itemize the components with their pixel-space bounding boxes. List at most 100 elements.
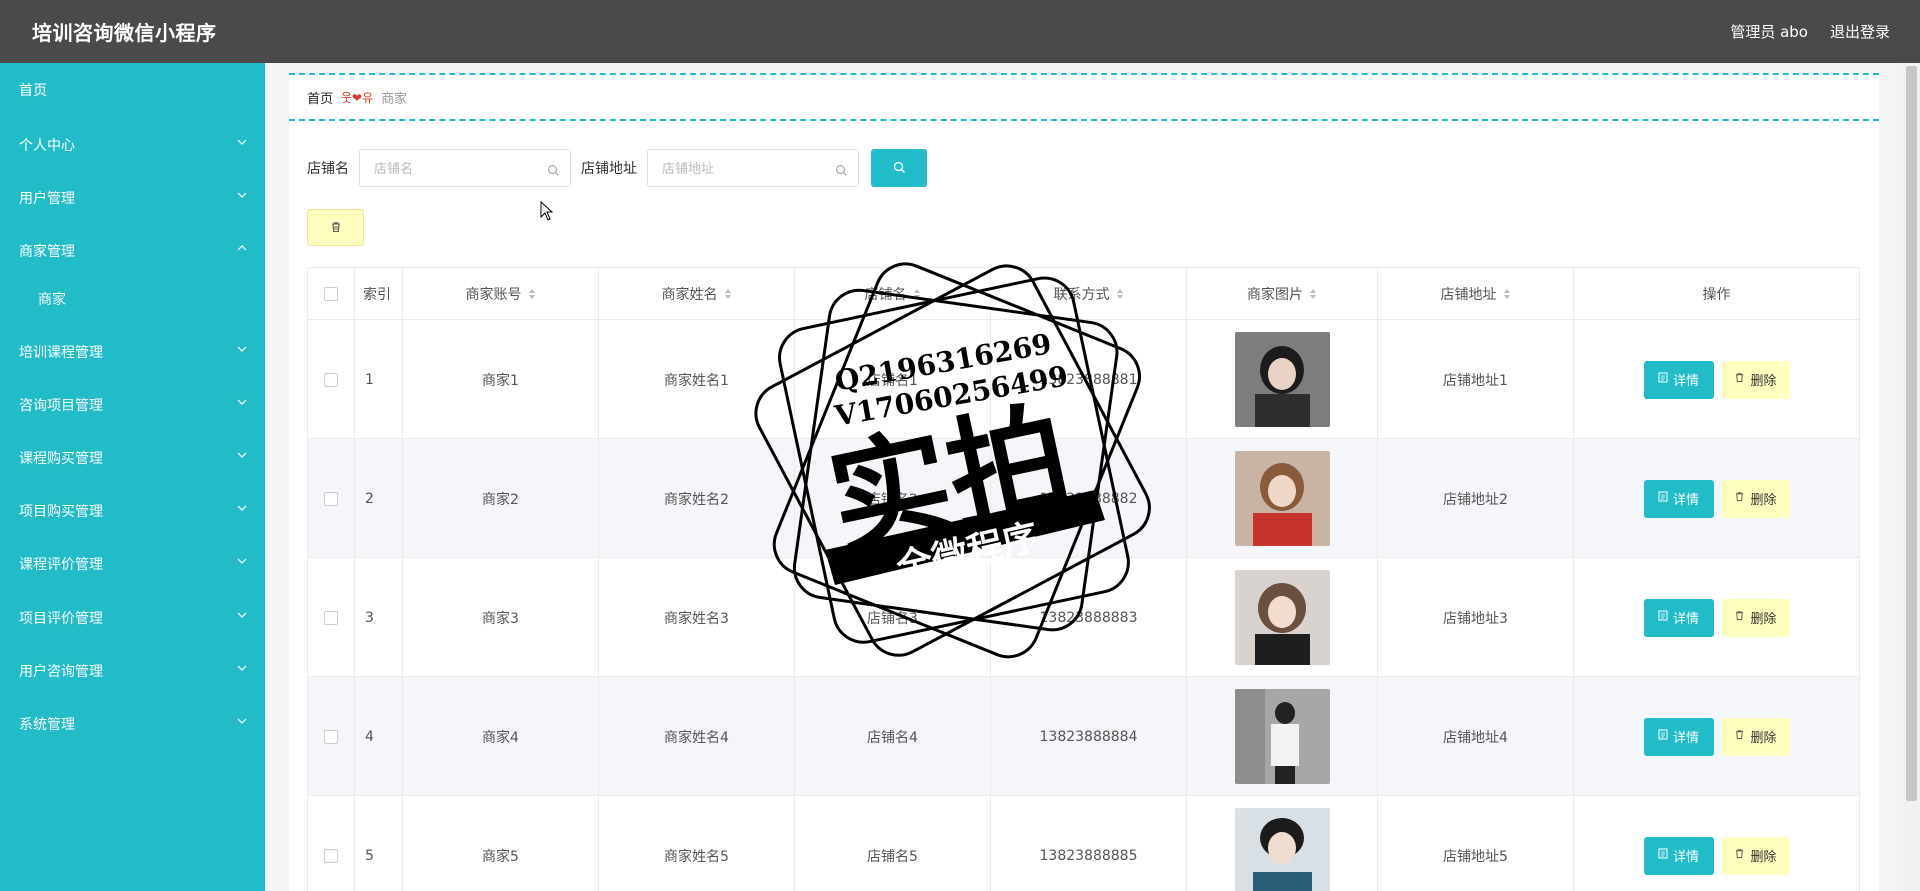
- delete-button[interactable]: 删除: [1721, 717, 1790, 756]
- column-header-name[interactable]: 商家姓名: [599, 268, 795, 320]
- row-checkbox[interactable]: [324, 610, 338, 625]
- sort-icon[interactable]: [913, 288, 921, 300]
- chevron-down-icon: [237, 664, 247, 672]
- merchant-table: 索引 商家账号 商家姓名 店铺名 联系方式 商家图片 店铺地址 操作 1 商家1…: [307, 267, 1860, 891]
- delete-button[interactable]: 删除: [1721, 598, 1790, 637]
- merchant-photo: [1234, 570, 1330, 665]
- column-header-image[interactable]: 商家图片: [1187, 268, 1378, 320]
- sidebar-item-label: 课程评价管理: [19, 557, 103, 573]
- row-select-cell: [308, 558, 355, 677]
- sidebar-item-project-reviews[interactable]: 项目评价管理: [0, 603, 265, 633]
- account-cell: 商家3: [403, 558, 599, 677]
- sort-icon[interactable]: [724, 288, 732, 300]
- delete-button[interactable]: 删除: [1721, 360, 1790, 399]
- index-cell: 2: [355, 439, 403, 558]
- shop-cell: 店铺名5: [795, 796, 991, 891]
- breadcrumb-current: 商家: [381, 91, 408, 107]
- sidebar-item-project-purchase[interactable]: 项目购买管理: [0, 496, 265, 526]
- scrollbar-thumb[interactable]: [1906, 66, 1917, 801]
- column-header-address[interactable]: 店铺地址: [1378, 268, 1574, 320]
- batch-delete-button[interactable]: [307, 209, 364, 246]
- column-header-index: 索引: [355, 268, 403, 320]
- sidebar-item-label: 培训课程管理: [19, 345, 103, 361]
- sidebar-item-merchant-management[interactable]: 商家管理: [0, 236, 265, 266]
- sort-icon[interactable]: [1116, 288, 1124, 300]
- breadcrumb-home[interactable]: 首页: [307, 88, 333, 107]
- actions-cell: 详情 删除: [1574, 677, 1859, 796]
- column-header-shop[interactable]: 店铺名: [795, 268, 991, 320]
- admin-label: 管理员 abo: [1730, 23, 1808, 41]
- sidebar-item-course-reviews[interactable]: 课程评价管理: [0, 549, 265, 579]
- actions-cell: 详情 删除: [1574, 439, 1859, 558]
- merchant-photo: [1234, 689, 1330, 784]
- row-checkbox[interactable]: [324, 372, 338, 387]
- search-bar: 店铺名 店铺地址: [307, 149, 927, 187]
- phone-cell: 13823888882: [991, 439, 1187, 558]
- search-button[interactable]: [871, 149, 927, 187]
- sidebar-item-label: 用户管理: [19, 191, 75, 207]
- column-header-label: 商家姓名: [661, 287, 718, 303]
- image-cell: [1187, 439, 1378, 558]
- address-cell: 店铺地址5: [1378, 796, 1574, 891]
- actions-cell: 详情 删除: [1574, 558, 1859, 677]
- index-cell: 5: [355, 796, 403, 891]
- merchant-photo: [1234, 808, 1330, 891]
- shop-name-input[interactable]: [360, 150, 570, 186]
- detail-button[interactable]: 详情: [1643, 598, 1714, 637]
- sidebar-item-merchant[interactable]: 商家: [0, 284, 265, 314]
- sidebar-item-label: 项目购买管理: [19, 504, 103, 520]
- detail-button[interactable]: 详情: [1643, 717, 1714, 756]
- sort-icon[interactable]: [1309, 288, 1317, 300]
- row-checkbox[interactable]: [324, 729, 338, 744]
- sidebar-item-consulting-projects[interactable]: 咨询项目管理: [0, 390, 265, 420]
- phone-cell: 13823888883: [991, 558, 1187, 677]
- sidebar-item-user-consultation[interactable]: 用户咨询管理: [0, 656, 265, 686]
- delete-label: 删除: [1750, 731, 1777, 746]
- top-bar: 培训咨询微信小程序 管理员 abo 退出登录: [0, 0, 1920, 63]
- column-header-phone[interactable]: 联系方式: [991, 268, 1187, 320]
- sidebar-item-home[interactable]: 首页: [0, 75, 265, 105]
- logout-link[interactable]: 退出登录: [1830, 21, 1890, 42]
- app-title: 培训咨询微信小程序: [32, 21, 217, 45]
- shop-address-field: [647, 149, 859, 187]
- delete-button[interactable]: 删除: [1721, 479, 1790, 518]
- column-header-account[interactable]: 商家账号: [403, 268, 599, 320]
- detail-button[interactable]: 详情: [1643, 836, 1714, 875]
- delete-button[interactable]: 删除: [1721, 836, 1790, 875]
- sidebar-item-course-purchase[interactable]: 课程购买管理: [0, 443, 265, 473]
- image-cell: [1187, 677, 1378, 796]
- address-cell: 店铺地址4: [1378, 677, 1574, 796]
- sidebar-item-user-management[interactable]: 用户管理: [0, 183, 265, 213]
- row-checkbox[interactable]: [324, 848, 338, 863]
- sidebar-item-label: 用户咨询管理: [19, 664, 103, 680]
- row-select-cell: [308, 796, 355, 891]
- shop-address-input[interactable]: [648, 150, 858, 186]
- shop-cell: 店铺名1: [795, 320, 991, 439]
- chevron-down-icon: [237, 504, 247, 512]
- detail-button[interactable]: 详情: [1643, 360, 1714, 399]
- row-select-cell: [308, 320, 355, 439]
- column-header-actions: 操作: [1574, 268, 1859, 320]
- detail-button[interactable]: 详情: [1643, 479, 1714, 518]
- sort-icon[interactable]: [1503, 288, 1511, 300]
- delete-label: 删除: [1750, 374, 1777, 389]
- row-checkbox[interactable]: [324, 491, 338, 506]
- table-row: 5 商家5 商家姓名5 店铺名5 13823888885 店铺地址5 详情 删除: [308, 796, 1859, 891]
- sort-icon[interactable]: [528, 288, 536, 300]
- account-cell: 商家2: [403, 439, 599, 558]
- column-header-label: 商家图片: [1247, 287, 1303, 303]
- trash-icon: [1734, 610, 1745, 625]
- sidebar-item-training-courses[interactable]: 培训课程管理: [0, 337, 265, 367]
- chevron-down-icon: [237, 611, 247, 619]
- select-all-checkbox[interactable]: [324, 287, 338, 301]
- chevron-down-icon: [237, 717, 247, 725]
- delete-label: 删除: [1750, 493, 1777, 508]
- sidebar-item-personal-center[interactable]: 个人中心: [0, 130, 265, 160]
- shop-cell: 店铺名3: [795, 558, 991, 677]
- phone-cell: 13823888885: [991, 796, 1187, 891]
- address-cell: 店铺地址2: [1378, 439, 1574, 558]
- sidebar-item-label: 咨询项目管理: [19, 398, 103, 414]
- sidebar-item-system-management[interactable]: 系统管理: [0, 709, 265, 739]
- sidebar-item-label: 商家管理: [19, 244, 75, 260]
- image-cell: [1187, 796, 1378, 891]
